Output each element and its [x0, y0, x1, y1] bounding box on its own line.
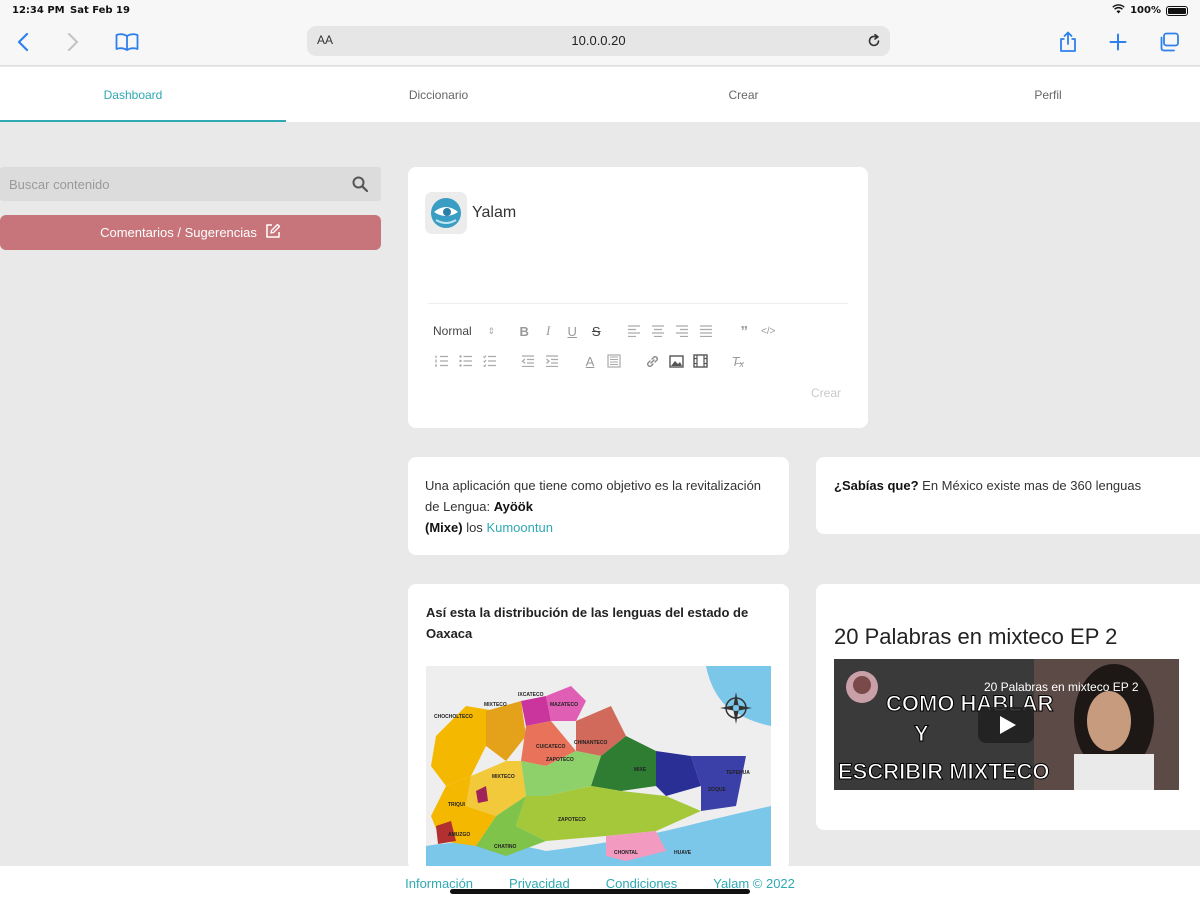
create-post-button[interactable]: Crear [811, 386, 841, 400]
video-icon[interactable] [691, 352, 709, 370]
about-language: Ayöök [493, 499, 533, 514]
play-button-icon[interactable] [978, 707, 1034, 743]
tabs-icon[interactable] [1154, 28, 1184, 56]
map-label: TEPEHUA [726, 770, 750, 776]
yalam-logo [425, 192, 467, 234]
home-indicator [450, 889, 750, 894]
align-left-icon[interactable] [625, 322, 643, 340]
forward-icon[interactable] [58, 28, 88, 56]
status-time: 12:34 PM [12, 5, 65, 16]
fact-body: En México existe mas de 360 lenguas [922, 478, 1142, 493]
map-label: CHATINO [494, 844, 517, 850]
editor-divider [428, 303, 848, 304]
kumoontun-link[interactable]: Kumoontun [486, 520, 553, 535]
map-card: Así esta la distribución de las lenguas … [408, 584, 789, 870]
tab-crear[interactable]: Crear [591, 67, 896, 122]
map-title: Así esta la distribución de las lenguas … [426, 605, 749, 641]
status-right: 100% [1112, 4, 1188, 17]
strikethrough-icon[interactable]: S [587, 322, 605, 340]
status-date: Sat Feb 19 [70, 5, 130, 16]
format-select-value: Normal [433, 324, 472, 338]
thumbnail-text-line-3: ESCRIBIR MIXTECO [838, 759, 1049, 784]
reload-icon[interactable] [864, 31, 884, 51]
feedback-button[interactable]: Comentarios / Sugerencias [0, 215, 381, 250]
post-editor-card: Yalam Normal ⇕ B I U S ” </> A T̶ₓ Crear [408, 167, 868, 428]
address-bar[interactable]: AA 10.0.0.20 [307, 26, 890, 56]
editor-toolbar-row-1: Normal ⇕ B I U S ” </> [433, 322, 783, 340]
underline-icon[interactable]: U [563, 322, 581, 340]
text-color-icon[interactable]: A [581, 352, 599, 370]
status-bar: 12:34 PM Sat Feb 19 100% [0, 0, 1200, 20]
video-embed[interactable]: 20 Palabras en mixteco EP 2 COMO HABLAR … [834, 659, 1179, 790]
align-justify-icon[interactable] [697, 322, 715, 340]
map-label: ZAPOTECO [558, 817, 586, 823]
thumbnail-text-line-2: Y [914, 721, 929, 746]
map-label: AMUZGO [448, 832, 470, 838]
bullet-list-icon[interactable] [457, 352, 475, 370]
edit-icon [265, 223, 281, 242]
video-title: 20 Palabras en mixteco EP 2 [834, 624, 1118, 649]
fact-lead: ¿Sabías que? [834, 478, 919, 493]
about-text-connector: los [466, 520, 483, 535]
url-text[interactable]: 10.0.0.20 [307, 33, 890, 48]
about-text: Una aplicación que tiene como objetivo e… [425, 475, 765, 538]
app-nav: Dashboard Diccionario Crear Perfil [0, 67, 1200, 122]
align-center-icon[interactable] [649, 322, 667, 340]
background-color-icon[interactable] [605, 352, 623, 370]
share-icon[interactable] [1053, 28, 1083, 56]
about-card: Una aplicación que tiene como objetivo e… [408, 457, 789, 555]
battery-icon [1166, 5, 1188, 16]
map-label: IXCATECO [518, 692, 544, 698]
map-label: MIXE [634, 767, 647, 773]
search-icon[interactable] [351, 175, 369, 193]
map-label: CHOCHOLTECO [434, 714, 473, 720]
map-label: ZAPOTECO [546, 757, 574, 763]
link-icon[interactable] [643, 352, 661, 370]
map-label: CUICATECO [536, 744, 565, 750]
new-tab-icon[interactable] [1103, 28, 1133, 56]
tab-dashboard[interactable]: Dashboard [0, 67, 266, 122]
map-label: CHINANTECO [574, 740, 607, 746]
bookmarks-icon[interactable] [112, 28, 142, 56]
map-label: MAZATECO [550, 702, 578, 708]
battery-percent: 100% [1130, 5, 1161, 16]
check-list-icon[interactable] [481, 352, 499, 370]
format-select[interactable]: Normal ⇕ [433, 324, 495, 338]
feedback-label: Comentarios / Sugerencias [100, 225, 257, 240]
ordered-list-icon[interactable] [433, 352, 451, 370]
map-label: MIXTECO [484, 702, 507, 708]
tab-diccionario[interactable]: Diccionario [286, 67, 591, 122]
bold-icon[interactable]: B [515, 322, 533, 340]
select-arrows-icon: ⇕ [487, 325, 496, 336]
fact-text: ¿Sabías que? En México existe mas de 360… [834, 475, 1184, 496]
active-tab-indicator [0, 120, 286, 122]
map-label: HUAVE [674, 850, 692, 856]
image-icon[interactable] [667, 352, 685, 370]
about-language-note: (Mixe) [425, 520, 463, 535]
blockquote-icon[interactable]: ” [735, 322, 753, 340]
editor-toolbar-row-2: A T̶ₓ [433, 352, 753, 370]
fact-card: ¿Sabías que? En México existe mas de 360… [816, 457, 1200, 534]
map-label: TRIQUI [448, 802, 466, 808]
map-label: MIXTECO [492, 774, 515, 780]
browser-toolbar: AA 10.0.0.20 [0, 20, 1200, 66]
about-text-intro: Una aplicación que tiene como objetivo e… [425, 478, 762, 514]
align-right-icon[interactable] [673, 322, 691, 340]
italic-icon[interactable]: I [539, 322, 557, 340]
brand-name: Yalam [472, 204, 517, 221]
indent-icon[interactable] [543, 352, 561, 370]
outdent-icon[interactable] [519, 352, 537, 370]
footer: Información Privacidad Condiciones Yalam… [0, 866, 1200, 900]
map-label: ZOQUE [708, 787, 726, 793]
oaxaca-language-map: CHOCHOLTECO MIXTECO IXCATECO MAZATECO CH… [426, 666, 771, 870]
search-box [0, 167, 381, 201]
search-input[interactable] [0, 167, 340, 201]
code-icon[interactable]: </> [759, 322, 777, 340]
back-icon[interactable] [8, 28, 38, 56]
clear-format-icon[interactable]: T̶ₓ [729, 352, 747, 370]
video-card: 20 Palabras en mixteco EP 2 20 Palabras … [816, 584, 1200, 830]
wifi-icon [1112, 4, 1125, 17]
tab-perfil[interactable]: Perfil [896, 67, 1200, 122]
map-label: CHONTAL [614, 850, 638, 856]
